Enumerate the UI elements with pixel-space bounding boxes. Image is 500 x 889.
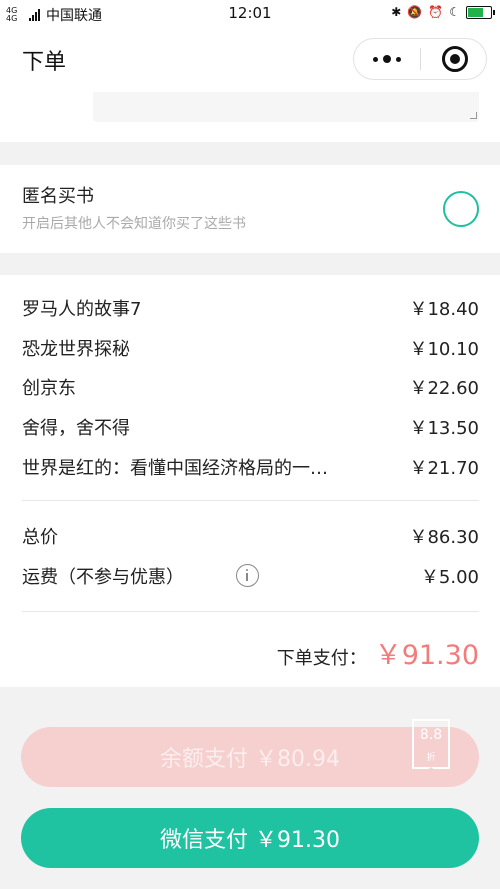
page-title: 下单 — [22, 50, 67, 75]
shipping-row: 运费（不参与优惠） ￥5.00 — [22, 563, 479, 589]
divider — [22, 611, 479, 612]
ribbon-notch — [422, 767, 440, 775]
status-right: ✱ 🔕 ⏰ ☾ — [391, 5, 495, 19]
book-name: 恐龙世界探秘 — [22, 339, 130, 360]
pay-label: 下单支付： — [276, 648, 367, 669]
moon-icon: ☾ — [449, 5, 460, 19]
mute-icon: 🔕 — [407, 5, 423, 19]
total-value: ￥86.30 — [409, 527, 479, 548]
list-item: 舍得，舍不得 ￥13.50 — [22, 414, 479, 440]
battery-icon — [466, 5, 495, 19]
balance-pay-label: 余额支付 ￥80.94 — [160, 747, 340, 772]
book-price: ￥18.40 — [409, 299, 479, 320]
anonymous-section: 匿名买书 开启后其他人不会知道你买了这些书 — [0, 165, 500, 253]
book-price: ￥21.70 — [409, 458, 479, 479]
remark-section — [0, 92, 500, 142]
shipping-value: ￥5.00 — [420, 567, 479, 588]
shipping-label: 运费（不参与优惠） — [22, 567, 184, 588]
list-item: 恐龙世界探秘 ￥10.10 — [22, 335, 479, 361]
pay-amount: ￥91.30 — [374, 640, 479, 671]
battery-fill — [468, 7, 483, 17]
book-name: 创京东 — [22, 378, 76, 399]
anonymous-title: 匿名买书 — [22, 186, 94, 207]
balance-pay-button[interactable]: 余额支付 ￥80.94 8.8 折 — [21, 719, 479, 787]
anonymous-subtitle: 开启后其他人不会知道你买了这些书 — [22, 216, 246, 232]
more-icon[interactable] — [354, 39, 420, 79]
capsule-divider — [420, 48, 421, 70]
book-name: 舍得，舍不得 — [22, 418, 130, 439]
list-item: 世界是红的：看懂中国经济格局的一… ￥21.70 — [22, 454, 479, 480]
book-price: ￥10.10 — [409, 339, 479, 360]
pay-buttons: 余额支付 ￥80.94 8.8 折 微信支付 ￥91.30 — [0, 705, 500, 889]
book-price: ￥13.50 — [409, 418, 479, 439]
book-name: 世界是红的：看懂中国经济格局的一… — [22, 458, 328, 479]
nav-bar: 下单 — [0, 28, 500, 92]
status-bar: 4G 4G 中国联通 12:01 ✱ 🔕 ⏰ ☾ — [0, 0, 500, 28]
discount-value: 8.8 — [419, 727, 443, 743]
alarm-icon: ⏰ — [428, 5, 444, 19]
book-price: ￥22.60 — [409, 378, 479, 399]
list-item: 创京东 ￥22.60 — [22, 374, 479, 400]
mini-program-capsule — [353, 38, 487, 80]
total-label: 总价 — [22, 527, 58, 548]
book-name: 罗马人的故事7 — [22, 299, 142, 320]
list-item: 罗马人的故事7 ￥18.40 — [22, 295, 479, 321]
resize-grip-icon[interactable] — [470, 112, 477, 119]
info-icon[interactable] — [236, 564, 259, 587]
total-row: 总价 ￥86.30 — [22, 523, 479, 549]
wechat-pay-label: 微信支付 ￥91.30 — [160, 828, 340, 853]
bluetooth-icon: ✱ — [391, 5, 402, 19]
remark-textarea[interactable] — [93, 92, 479, 122]
divider — [22, 500, 479, 501]
pay-total: 下单支付： ￥91.30 — [277, 633, 479, 672]
discount-unit: 折 — [426, 753, 436, 763]
discount-badge: 8.8 折 — [412, 719, 450, 775]
anonymous-toggle[interactable] — [443, 191, 479, 227]
close-icon[interactable] — [442, 46, 468, 72]
wechat-pay-button[interactable]: 微信支付 ￥91.30 — [21, 808, 479, 868]
order-summary: 罗马人的故事7 ￥18.40 恐龙世界探秘 ￥10.10 创京东 ￥22.60 … — [0, 275, 500, 687]
